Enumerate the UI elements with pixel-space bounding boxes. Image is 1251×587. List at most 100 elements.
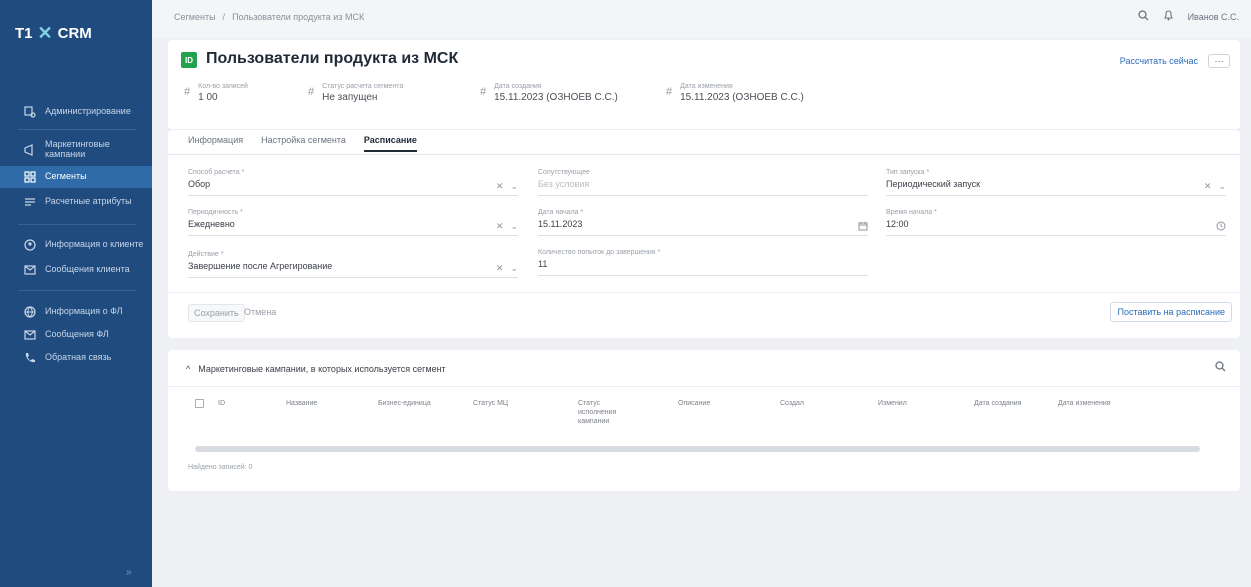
field-controls: ✕ ⌄ <box>496 221 518 232</box>
tabs: Информация Настройка сегмента Расписание <box>188 135 417 152</box>
field-controls: ✕ ⌄ <box>1204 181 1226 192</box>
column-header[interactable]: Дата изменения <box>1058 399 1111 408</box>
records-found: Найдено записей: 0 <box>188 464 253 471</box>
user-name[interactable]: Иванов С.С. <box>1188 12 1239 22</box>
segment-header: ID Пользователи продукта из МСК Рассчита… <box>168 40 1240 129</box>
field-label: Периодичность * <box>188 209 243 216</box>
column-header[interactable]: Название <box>286 399 317 408</box>
field-underline <box>538 275 868 276</box>
field-underline <box>188 195 518 196</box>
field-value: 11 <box>538 259 548 269</box>
segment-meta: # Кол-во записей 1 00 # Статус расчета се… <box>184 83 866 103</box>
sidebar-item-segments[interactable]: Сегменты <box>0 166 152 188</box>
phone-icon <box>24 352 36 364</box>
field-value: Периодический запуск <box>886 179 981 189</box>
sidebar-item-client-info[interactable]: Информация о клиенте <box>0 234 152 256</box>
campaigns-title: Маркетинговые кампании, в которых исполь… <box>198 364 446 374</box>
chevron-up-icon[interactable]: ^ <box>186 364 190 374</box>
field-value: Обор <box>188 179 211 189</box>
select-all-checkbox[interactable] <box>195 399 204 408</box>
meta-value: 15.11.2023 (ОЗНОЕВ С.С.) <box>494 92 618 103</box>
hash-icon: # <box>666 86 673 98</box>
tab-segment-settings[interactable]: Настройка сегмента <box>261 135 346 152</box>
app-logo[interactable]: T1 ✕ CRM <box>15 24 92 42</box>
sidebar-item-label: Сегменты <box>45 171 87 182</box>
clear-icon[interactable]: ✕ <box>496 263 504 274</box>
clear-icon[interactable]: ✕ <box>1204 181 1212 192</box>
sidebar-item-fl-info[interactable]: Информация о ФЛ <box>0 301 152 323</box>
sidebar-item-feedback[interactable]: Обратная связь <box>0 347 152 369</box>
segments-icon <box>24 171 36 183</box>
search-icon[interactable] <box>1215 361 1226 375</box>
tab-info[interactable]: Информация <box>188 135 243 152</box>
field-label: Тип запуска * <box>886 169 930 176</box>
meta-label: Кол-во записей <box>198 83 248 90</box>
periodicity-field[interactable]: Периодичность * Ежедневно ✕ ⌄ <box>188 209 518 236</box>
campaigns-header[interactable]: ^ Маркетинговые кампании, в которых испо… <box>186 364 446 374</box>
field-label: Сопутствующее <box>538 169 590 176</box>
sidebar-item-fl-messages[interactable]: Сообщения ФЛ <box>0 324 152 346</box>
chevron-down-icon[interactable]: ⌄ <box>510 221 518 232</box>
more-menu-button[interactable]: ··· <box>1208 54 1230 68</box>
sidebar-item-admin[interactable]: Администрирование <box>0 101 152 123</box>
calendar-icon[interactable] <box>858 221 868 233</box>
sidebar-item-label: Информация о клиенте <box>45 239 144 250</box>
sidebar-divider <box>18 129 136 130</box>
column-header[interactable]: Дата создания <box>974 399 1021 408</box>
column-header[interactable]: Статус исполнения кампании <box>578 399 636 426</box>
chevron-down-icon[interactable]: ⌄ <box>1218 181 1226 192</box>
sidebar-item-attributes[interactable]: Расчетные атрибуты <box>0 191 152 213</box>
breadcrumb-current: Пользователи продукта из МСК <box>232 12 365 22</box>
field-underline <box>886 195 1226 196</box>
chevron-down-icon[interactable]: ⌄ <box>510 181 518 192</box>
collapse-sidebar-icon[interactable]: » <box>126 567 138 578</box>
field-label: Количество попыток до завершения * <box>538 249 661 256</box>
column-header[interactable]: ID <box>218 399 225 408</box>
tab-schedule[interactable]: Расписание <box>363 135 417 152</box>
horizontal-scrollbar[interactable] <box>195 446 1200 452</box>
sidebar-divider <box>18 290 136 291</box>
tabs-divider <box>168 154 1240 155</box>
hash-icon: # <box>308 86 315 98</box>
retries-field[interactable]: Количество попыток до завершения * 11 <box>538 249 868 276</box>
bell-icon[interactable] <box>1163 10 1174 23</box>
calculate-now-button[interactable]: Рассчитать сейчас <box>1120 56 1198 66</box>
action-field[interactable]: Действие * Завершение после Агрегировани… <box>188 251 518 278</box>
save-button[interactable]: Сохранить <box>188 304 245 322</box>
cancel-button[interactable]: Отмена <box>244 307 276 317</box>
field-controls <box>1216 221 1226 233</box>
launch-type-field[interactable]: Тип запуска * Периодический запуск ✕ ⌄ <box>886 169 1226 196</box>
column-header[interactable]: Статус МЦ <box>473 399 508 408</box>
breadcrumb-segments[interactable]: Сегменты <box>174 12 216 22</box>
page-title: Пользователи продукта из МСК <box>206 50 459 67</box>
clear-icon[interactable]: ✕ <box>496 181 504 192</box>
field-underline <box>538 235 868 236</box>
start-time-field[interactable]: Время начала * 12:00 <box>886 209 1226 236</box>
logo-x-icon: ✕ <box>37 23 53 43</box>
meta-status: # Статус расчета сегмента Не запущен <box>308 83 480 103</box>
logo-text: T1 <box>15 24 33 42</box>
column-header[interactable]: Создал <box>780 399 804 408</box>
dependency-field[interactable]: Сопутствующее Без условия <box>538 169 868 196</box>
start-date-field[interactable]: Дата начала * 15.11.2023 <box>538 209 868 236</box>
schedule-button[interactable]: Поставить на расписание <box>1110 302 1232 322</box>
clear-icon[interactable]: ✕ <box>496 221 504 232</box>
chevron-down-icon[interactable]: ⌄ <box>510 263 518 274</box>
clock-icon[interactable] <box>1216 221 1226 233</box>
hash-icon: # <box>480 86 487 98</box>
search-icon[interactable] <box>1137 10 1149 23</box>
field-label: Время начала * <box>886 209 937 216</box>
sidebar-item-campaigns[interactable]: Маркетинговые кампании <box>0 139 152 161</box>
sidebar-item-label: Администрирование <box>45 106 131 117</box>
meta-modified: # Дата изменения 15.11.2023 (ОЗНОЕВ С.С.) <box>666 83 866 103</box>
sidebar-divider <box>18 224 136 225</box>
calc-type-field[interactable]: Способ расчета * Обор ✕ ⌄ <box>188 169 518 196</box>
field-controls: ✕ ⌄ <box>496 181 518 192</box>
field-underline <box>188 277 518 278</box>
column-header[interactable]: Бизнес-единица <box>378 399 438 408</box>
column-header[interactable]: Описание <box>678 399 710 408</box>
column-header[interactable]: Изменил <box>878 399 907 408</box>
sidebar: T1 ✕ CRM Администрирование Маркетинговые… <box>0 0 152 587</box>
sidebar-item-client-messages[interactable]: Сообщения клиента <box>0 259 152 281</box>
topbar-actions: Иванов С.С. <box>1137 10 1239 23</box>
